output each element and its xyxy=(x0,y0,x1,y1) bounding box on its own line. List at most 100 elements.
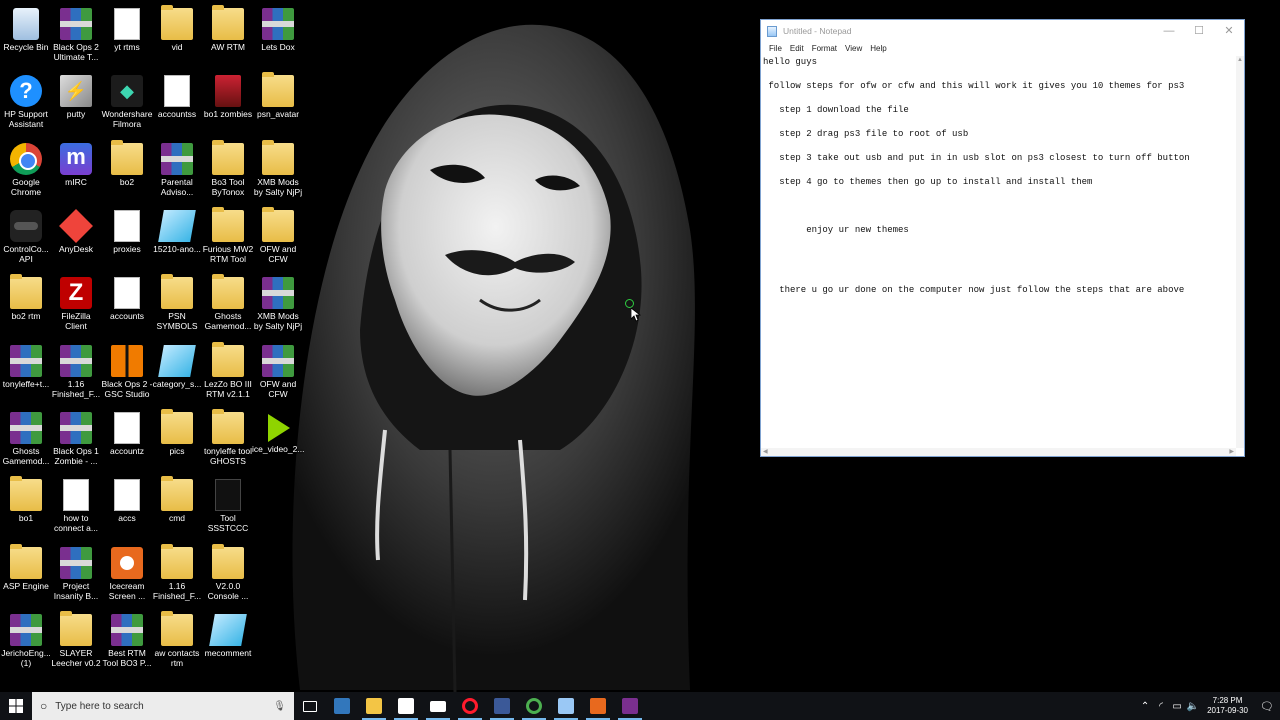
desktop-shortcut[interactable]: PSN SYMBOLS F... xyxy=(151,273,203,339)
desktop-shortcut[interactable]: accs xyxy=(101,475,153,541)
desktop-shortcut[interactable]: vid xyxy=(151,4,203,70)
desktop-shortcut[interactable]: how to connect a... xyxy=(50,475,102,541)
desktop-shortcut[interactable]: cmd xyxy=(151,475,203,541)
taskbar-edge-button[interactable] xyxy=(326,692,358,720)
icecream-icon xyxy=(590,698,606,714)
desktop-shortcut[interactable]: Google Chrome xyxy=(0,139,52,205)
desktop-shortcut[interactable]: Black Ops 1 Zombie - ... xyxy=(50,408,102,474)
desktop-shortcut[interactable]: proxies xyxy=(101,206,153,272)
notepad-window[interactable]: Untitled - Notepad — ☐ ✕ File Edit Forma… xyxy=(760,19,1245,457)
desktop-shortcut[interactable]: JerichoEng... (1) xyxy=(0,610,52,676)
desktop-shortcut[interactable]: Recycle Bin xyxy=(0,4,52,70)
menu-view[interactable]: View xyxy=(841,42,866,56)
desktop-shortcut[interactable]: bo1 zombies xyxy=(202,71,254,137)
desktop-shortcut[interactable]: Project Insanity B... xyxy=(50,543,102,609)
taskbar-task-view-button[interactable] xyxy=(294,692,326,720)
network-icon[interactable]: ◜ xyxy=(1153,701,1169,712)
desktop-shortcut-label: pics xyxy=(169,446,185,456)
minimize-button[interactable]: — xyxy=(1154,20,1184,42)
taskbar-chrome-button[interactable] xyxy=(518,692,550,720)
desktop-shortcut[interactable]: putty xyxy=(50,71,102,137)
taskbar-opera-button[interactable] xyxy=(454,692,486,720)
desktop-shortcut[interactable]: psn_avatar xyxy=(252,71,304,137)
desktop-shortcut[interactable]: 1.16 Finished_F... xyxy=(50,341,102,407)
desktop-shortcut[interactable]: ice_video_2... xyxy=(252,408,304,474)
desktop-shortcut[interactable]: yt rtms xyxy=(101,4,153,70)
desktop-shortcut[interactable]: Bo3 Tool ByTonox xyxy=(202,139,254,205)
chevron-up-icon[interactable]: ⌃ xyxy=(1137,701,1153,712)
desktop-shortcut[interactable]: accountss xyxy=(151,71,203,137)
notepad-text-area[interactable]: hello guys follow steps for ofw or cfw a… xyxy=(761,56,1236,448)
volume-icon[interactable]: 🔈 xyxy=(1185,701,1201,712)
chat-icon[interactable]: ▭ xyxy=(1169,701,1185,712)
desktop-shortcut[interactable]: ASP Engine xyxy=(0,543,52,609)
taskbar-notepad-button[interactable] xyxy=(550,692,582,720)
taskbar-facebook-button[interactable] xyxy=(486,692,518,720)
clock[interactable]: 7:28 PM 2017-09-30 xyxy=(1201,696,1254,716)
scroll-right-icon[interactable]: ▶ xyxy=(1229,448,1234,456)
help-icon: ? xyxy=(10,75,42,107)
desktop-shortcut[interactable]: category_s... xyxy=(151,341,203,407)
desktop-shortcut[interactable]: ? HP Support Assistant xyxy=(0,71,52,137)
document-icon xyxy=(114,210,140,242)
desktop-shortcut[interactable]: Furious MW2 RTM Tool xyxy=(202,206,254,272)
desktop-shortcut[interactable]: aw contacts rtm xyxy=(151,610,203,676)
text-line xyxy=(763,92,1236,104)
desktop-shortcut[interactable]: mIRC xyxy=(50,139,102,205)
notification-center-icon[interactable]: 🗨 xyxy=(1254,700,1280,713)
scroll-up-icon[interactable]: ▲ xyxy=(1236,56,1244,64)
menu-help[interactable]: Help xyxy=(866,42,890,56)
desktop-shortcut[interactable]: AW RTM xyxy=(202,4,254,70)
desktop-shortcut[interactable]: AnyDesk xyxy=(50,206,102,272)
desktop-shortcut[interactable]: OFW and CFW Themes xyxy=(252,206,304,272)
desktop-shortcut[interactable]: 15210-ano... xyxy=(151,206,203,272)
desktop-shortcut[interactable]: Wondershare Filmora xyxy=(101,71,153,137)
menu-edit[interactable]: Edit xyxy=(786,42,808,56)
scroll-left-icon[interactable]: ◀ xyxy=(763,448,768,456)
taskbar-winrar-button[interactable] xyxy=(614,692,646,720)
desktop-shortcut[interactable]: Black Ops 2 Ultimate T... xyxy=(50,4,102,70)
desktop-shortcut[interactable]: accounts xyxy=(101,273,153,339)
taskbar-mail-button[interactable] xyxy=(422,692,454,720)
desktop-shortcut[interactable]: FileZilla Client xyxy=(50,273,102,339)
taskbar-file-explorer-button[interactable] xyxy=(358,692,390,720)
desktop-shortcut[interactable]: Lets Dox xyxy=(252,4,304,70)
desktop-shortcut[interactable]: bo2 rtm xyxy=(0,273,52,339)
taskbar-icecream-button[interactable] xyxy=(582,692,614,720)
desktop-shortcut[interactable]: tonyleffe+t... xyxy=(0,341,52,407)
desktop-shortcut[interactable]: Icecream Screen ... xyxy=(101,543,153,609)
taskbar-store-button[interactable] xyxy=(390,692,422,720)
text-line xyxy=(763,260,1236,272)
desktop-shortcut[interactable]: mecomment xyxy=(202,610,254,676)
mouse-pointer-icon xyxy=(631,308,641,322)
desktop-shortcut[interactable]: accountz xyxy=(101,408,153,474)
start-button[interactable] xyxy=(0,692,32,720)
desktop-shortcut[interactable]: XMB Mods by Salty NjPj xyxy=(252,273,304,339)
desktop-shortcut[interactable]: tonyleffe tool GHOSTS 1.16 xyxy=(202,408,254,474)
notepad-titlebar[interactable]: Untitled - Notepad — ☐ ✕ xyxy=(761,20,1244,42)
desktop-shortcut[interactable]: Best RTM Tool BO3 P... xyxy=(101,610,153,676)
desktop-shortcut[interactable]: Black Ops 2 - GSC Studio xyxy=(101,341,153,407)
menu-format[interactable]: Format xyxy=(808,42,841,56)
close-button[interactable]: ✕ xyxy=(1214,20,1244,42)
desktop-shortcut[interactable]: ControlCo... API xyxy=(0,206,52,272)
desktop-shortcut[interactable]: OFW and CFW Themes xyxy=(252,341,304,407)
desktop-shortcut[interactable]: V2.0.0 Console ... xyxy=(202,543,254,609)
desktop-shortcut[interactable]: pics xyxy=(151,408,203,474)
desktop-shortcut[interactable]: 1.16 Finished_F... xyxy=(151,543,203,609)
desktop-shortcut[interactable]: Tool SSSTCCC xyxy=(202,475,254,541)
maximize-button[interactable]: ☐ xyxy=(1184,20,1214,42)
menu-file[interactable]: File xyxy=(765,42,786,56)
desktop-shortcut[interactable]: LezZo BO III RTM v2.1.1 xyxy=(202,341,254,407)
search-input[interactable]: ○ Type here to search 🎙 xyxy=(32,692,294,720)
horizontal-scrollbar[interactable]: ◀ ▶ xyxy=(761,448,1236,456)
desktop-shortcut[interactable]: bo2 xyxy=(101,139,153,205)
desktop-shortcut[interactable]: XMB Mods by Salty NjPj xyxy=(252,139,304,205)
desktop-shortcut[interactable]: Ghosts Gamemod... xyxy=(0,408,52,474)
vertical-scrollbar[interactable]: ▲ xyxy=(1236,56,1244,448)
desktop-shortcut[interactable]: bo1 xyxy=(0,475,52,541)
desktop-shortcut[interactable]: Ghosts Gamemod... xyxy=(202,273,254,339)
microphone-icon[interactable]: 🎙 xyxy=(273,701,286,712)
desktop-shortcut[interactable]: Parental Adviso... xyxy=(151,139,203,205)
desktop-shortcut[interactable]: SLAYER Leecher v0.2 xyxy=(50,610,102,676)
